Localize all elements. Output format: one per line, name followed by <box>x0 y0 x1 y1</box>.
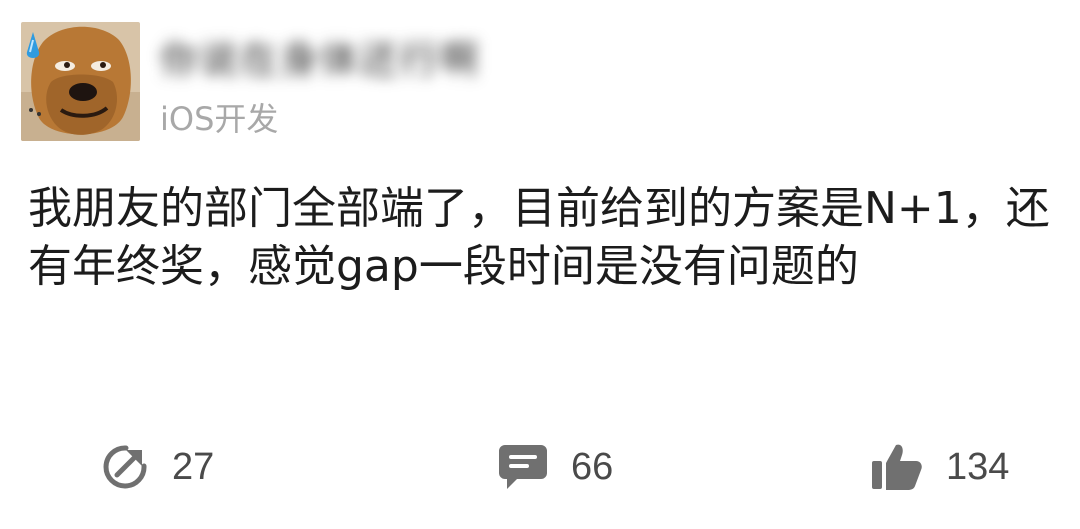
comment-icon <box>499 445 547 489</box>
author-role: iOS开发 <box>160 100 279 138</box>
like-count: 134 <box>946 445 1010 488</box>
comment-count: 66 <box>571 445 614 488</box>
dog-avatar-icon <box>21 22 140 141</box>
like-button[interactable]: 134 <box>870 437 1009 497</box>
author-avatar[interactable] <box>21 22 140 141</box>
share-count: 27 <box>172 445 215 488</box>
thumbs-up-icon <box>872 444 922 490</box>
author-name[interactable]: 你说在身体还行啊 <box>160 34 538 82</box>
share-button[interactable]: 27 <box>100 437 214 497</box>
comment-button[interactable]: 66 <box>497 437 613 497</box>
share-icon <box>103 445 147 489</box>
post-content: 我朋友的部门全部端了，目前给到的方案是N+1，还有年终奖，感觉gap一段时间是没… <box>28 183 1050 292</box>
